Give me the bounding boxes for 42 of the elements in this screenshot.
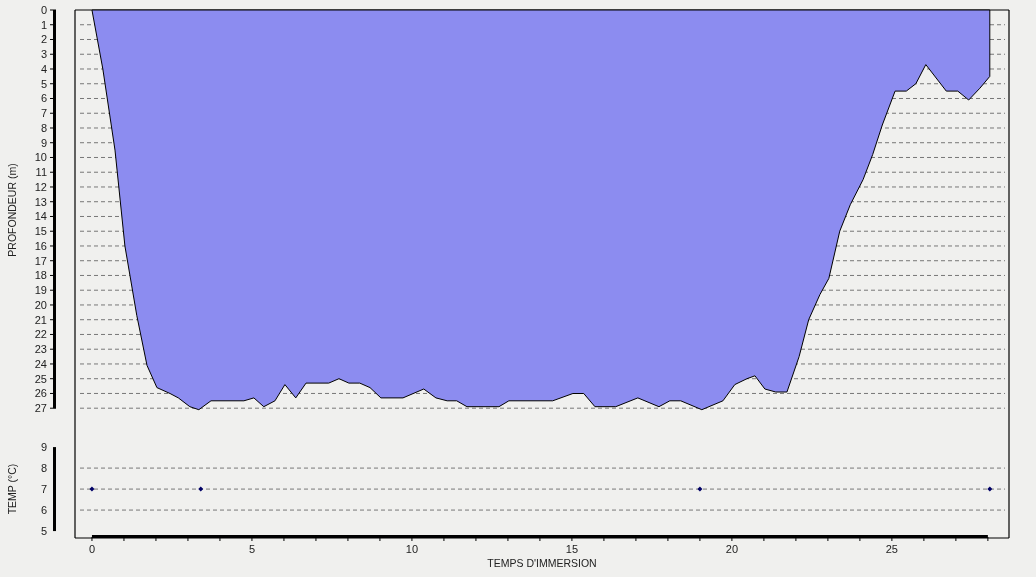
axis-tick-label: 1: [40, 18, 47, 31]
axis-tick-label: 26: [34, 387, 47, 400]
axis-tick-label: 17: [34, 254, 47, 267]
axis-tick-label: 5: [40, 77, 47, 90]
axis-tick-label: 16: [34, 239, 47, 252]
axis-tick-label: 6: [40, 504, 47, 517]
axis-tick-label: 12: [34, 181, 47, 193]
axis-tick-label: 24: [34, 357, 47, 370]
axis-tick-label: 0: [40, 4, 47, 16]
axis-tick-label: 5: [248, 543, 255, 555]
axis-tick-label: 15: [565, 543, 579, 555]
axis-tick-label: 8: [40, 122, 47, 134]
axis-tick-label: 2: [40, 33, 47, 46]
axis-tick-label: 19: [34, 284, 47, 297]
axis-tick-label: 3: [40, 48, 47, 61]
axis-tick-label: 14: [34, 210, 47, 223]
axis-tick-label: 0: [88, 543, 95, 555]
axis-title: TEMPS D'IMMERSION: [487, 557, 597, 569]
axis-title: PROFONDEUR (m): [6, 163, 18, 257]
axis-tick-label: 25: [885, 543, 898, 555]
axis-tick-label: 22: [34, 328, 47, 341]
axis-tick-label: 6: [40, 92, 47, 105]
axis-tick-label: 10: [34, 151, 47, 164]
axis-tick-label: 9: [40, 441, 47, 454]
axis-tick-label: 20: [725, 543, 739, 555]
axis-tick-label: 5: [40, 525, 47, 538]
axis-tick-label: 10: [405, 543, 419, 555]
axis-tick-label: 18: [34, 269, 47, 282]
axis-tick-label: 20: [34, 298, 47, 311]
axis-tick-label: 7: [40, 483, 47, 496]
axis-tick-label: 15: [34, 225, 47, 238]
axis-tick-label: 8: [40, 462, 47, 475]
axis-tick-label: 25: [34, 372, 47, 385]
axis-tick-label: 13: [34, 195, 47, 208]
axis-tick-label: 7: [40, 107, 47, 120]
axis-tick-label: 9: [40, 136, 47, 149]
axis-title: TEMP (°C): [6, 463, 18, 515]
axis-tick-label: 21: [34, 313, 47, 326]
axis-tick-label: 27: [34, 402, 47, 415]
axis-tick-label: 4: [40, 63, 47, 75]
axis-tick-label: 23: [34, 343, 47, 356]
axis-tick-label: 11: [35, 166, 47, 179]
